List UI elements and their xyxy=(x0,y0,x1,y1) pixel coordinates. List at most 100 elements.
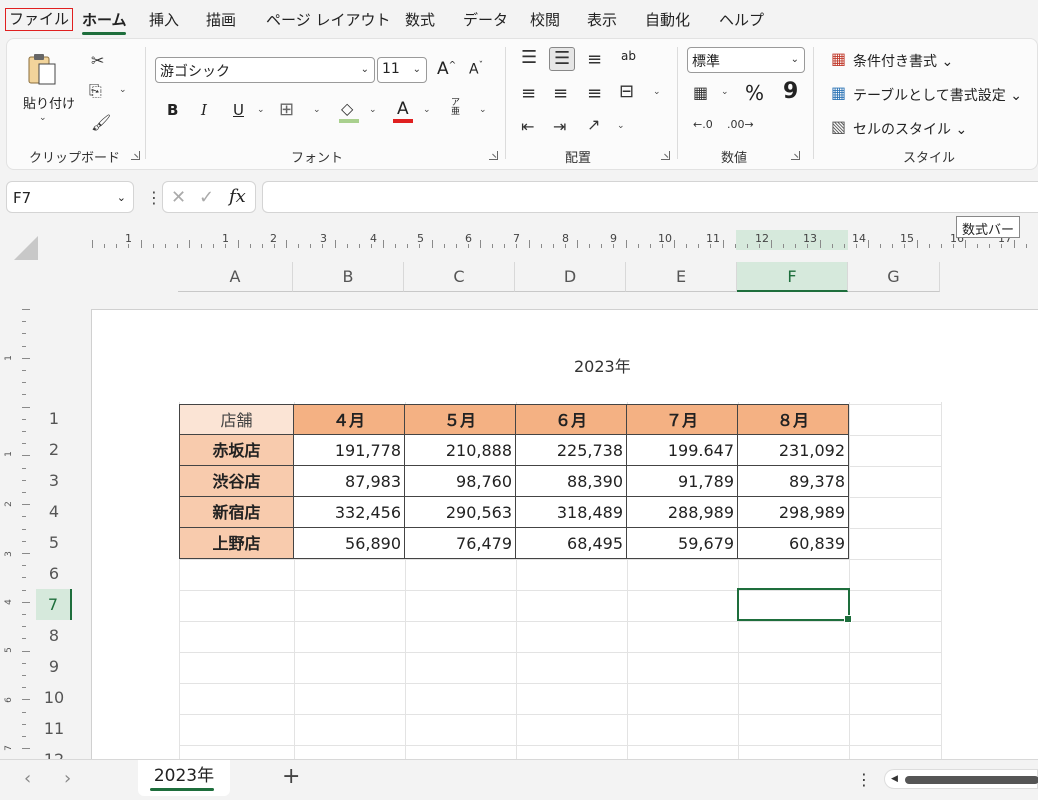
row-header-10[interactable]: 10 xyxy=(36,682,72,713)
column-header-d[interactable]: D xyxy=(515,262,626,292)
font-size-select[interactable]: 11 ⌄ xyxy=(377,57,427,83)
copy-dropdown-icon[interactable]: ⌄ xyxy=(119,85,127,95)
merge-center-icon[interactable]: ⊟ xyxy=(619,83,634,101)
sales-value-cell[interactable]: 332,456 xyxy=(294,497,405,528)
sales-value-cell[interactable]: 318,489 xyxy=(516,497,627,528)
row-header-7[interactable]: 7 xyxy=(36,589,72,620)
row-header-9[interactable]: 9 xyxy=(36,651,72,682)
increase-decimal-icon[interactable]: ←.0 xyxy=(693,119,713,130)
sales-value-cell[interactable]: 288,989 xyxy=(627,497,738,528)
bold-button[interactable]: B xyxy=(167,101,178,119)
menu-review[interactable]: 校閲 xyxy=(530,9,560,30)
phonetic-dropdown-icon[interactable]: ⌄ xyxy=(479,105,487,115)
accounting-dropdown-icon[interactable]: ⌄ xyxy=(721,87,729,97)
menu-help[interactable]: ヘルプ xyxy=(719,9,764,30)
font-color-dropdown-icon[interactable]: ⌄ xyxy=(423,105,431,115)
comma-button[interactable]: 9 xyxy=(783,79,798,104)
row-header-5[interactable]: 5 xyxy=(36,527,72,558)
sales-value-cell[interactable]: 68,495 xyxy=(516,528,627,559)
phonetic-guide-button[interactable]: ア亜 xyxy=(451,99,463,117)
menu-automate[interactable]: 自動化 xyxy=(645,9,690,30)
align-center-icon[interactable]: ≡ xyxy=(553,85,568,103)
row-header-11[interactable]: 11 xyxy=(36,713,72,744)
font-launcher-icon[interactable] xyxy=(489,151,498,160)
menu-formulas[interactable]: 数式 xyxy=(405,9,435,30)
active-cell-f7[interactable] xyxy=(737,588,852,623)
border-dropdown-icon[interactable]: ⌄ xyxy=(313,105,321,115)
sales-value-cell[interactable]: 56,890 xyxy=(294,528,405,559)
number-format-select[interactable]: 標準 ⌄ xyxy=(687,47,805,73)
sales-value-cell[interactable]: 298,989 xyxy=(738,497,849,528)
row-header-1[interactable]: 1 xyxy=(36,403,72,434)
next-sheet-icon[interactable]: › xyxy=(64,768,71,789)
align-middle-icon[interactable]: ☰ xyxy=(549,47,576,71)
sales-value-cell[interactable]: 87,983 xyxy=(294,466,405,497)
sales-value-cell[interactable]: 225,738 xyxy=(516,435,627,466)
conditional-formatting-button[interactable]: 条件付き書式 ⌄ xyxy=(853,51,953,71)
cancel-icon[interactable]: ✕ xyxy=(171,187,186,208)
merge-dropdown-icon[interactable]: ⌄ xyxy=(653,87,661,97)
select-all-corner[interactable] xyxy=(14,236,38,260)
sales-value-cell[interactable]: 59,679 xyxy=(627,528,738,559)
underline-button[interactable]: U xyxy=(233,101,244,119)
font-name-select[interactable]: 游ゴシック ⌄ xyxy=(155,57,375,83)
store-name-cell[interactable]: 赤坂店 xyxy=(179,435,294,466)
sales-value-cell[interactable]: 290,563 xyxy=(405,497,516,528)
table-header-cell[interactable]: ５月 xyxy=(405,404,516,435)
horizontal-scrollbar[interactable]: ◀ xyxy=(884,769,1038,789)
row-header-6[interactable]: 6 xyxy=(36,558,72,589)
table-header-cell[interactable]: ７月 xyxy=(627,404,738,435)
sales-value-cell[interactable]: 60,839 xyxy=(738,528,849,559)
row-header-12[interactable]: 12 xyxy=(36,744,72,759)
table-header-cell[interactable]: ４月 xyxy=(294,404,405,435)
wrap-text-button[interactable]: ab xyxy=(621,49,636,63)
more-options-icon[interactable]: ⋮ xyxy=(146,188,162,207)
border-icon[interactable]: ⊞ xyxy=(279,101,294,119)
row-header-3[interactable]: 3 xyxy=(36,465,72,496)
row-header-4[interactable]: 4 xyxy=(36,496,72,527)
sales-value-cell[interactable]: 191,778 xyxy=(294,435,405,466)
sales-value-cell[interactable]: 231,092 xyxy=(738,435,849,466)
align-bottom-icon[interactable]: ≡ xyxy=(587,51,602,69)
worksheet[interactable]: 2023年 店舗 ４月 ５月 ６月 ７月 ８月 赤坂店 191,778 210,888 225,7… xyxy=(91,309,1038,759)
insert-function-button[interactable]: fx xyxy=(229,186,246,207)
column-header-e[interactable]: E xyxy=(626,262,737,292)
store-name-cell[interactable]: 上野店 xyxy=(179,528,294,559)
row-header-8[interactable]: 8 xyxy=(36,620,72,651)
align-top-icon[interactable]: ☰ xyxy=(521,49,537,67)
column-header-g[interactable]: G xyxy=(848,262,940,292)
menu-insert[interactable]: 挿入 xyxy=(149,9,179,30)
paste-button[interactable]: 貼り付け ⌄ xyxy=(19,49,75,131)
add-sheet-button[interactable]: + xyxy=(282,764,300,789)
menu-draw[interactable]: 描画 xyxy=(206,9,236,30)
previous-sheet-icon[interactable]: ‹ xyxy=(24,768,31,789)
sales-value-cell[interactable]: 89,378 xyxy=(738,466,849,497)
formula-input[interactable] xyxy=(262,181,1038,213)
column-header-a[interactable]: A xyxy=(178,262,293,292)
italic-button[interactable]: I xyxy=(201,101,207,119)
menu-home[interactable]: ホーム xyxy=(82,9,127,30)
scrollbar-thumb[interactable] xyxy=(905,776,1038,784)
fill-dropdown-icon[interactable]: ⌄ xyxy=(369,105,377,115)
name-box[interactable]: F7 ⌄ xyxy=(6,181,134,213)
more-options-icon[interactable]: ⋮ xyxy=(856,770,872,789)
column-header-f[interactable]: F xyxy=(737,262,848,292)
accounting-format-icon[interactable]: ▦ xyxy=(693,85,708,101)
alignment-launcher-icon[interactable] xyxy=(661,151,670,160)
orientation-icon[interactable]: ↗ xyxy=(587,117,600,133)
menu-data[interactable]: データ xyxy=(463,9,508,30)
sales-value-cell[interactable]: 88,390 xyxy=(516,466,627,497)
store-name-cell[interactable]: 新宿店 xyxy=(179,497,294,528)
store-name-cell[interactable]: 渋谷店 xyxy=(179,466,294,497)
cut-icon[interactable]: ✂ xyxy=(91,53,104,69)
table-header-cell[interactable]: 店舗 xyxy=(179,404,294,435)
cell-styles-button[interactable]: セルのスタイル ⌄ xyxy=(853,119,967,139)
sales-value-cell[interactable]: 91,789 xyxy=(627,466,738,497)
table-header-cell[interactable]: ６月 xyxy=(516,404,627,435)
clipboard-launcher-icon[interactable] xyxy=(131,151,140,160)
font-color-button[interactable]: A xyxy=(397,99,409,119)
underline-dropdown-icon[interactable]: ⌄ xyxy=(257,105,265,115)
menu-view[interactable]: 表示 xyxy=(587,9,617,30)
decrease-decimal-icon[interactable]: .00→ xyxy=(727,119,754,130)
format-painter-icon[interactable]: 🖌 xyxy=(91,115,111,131)
